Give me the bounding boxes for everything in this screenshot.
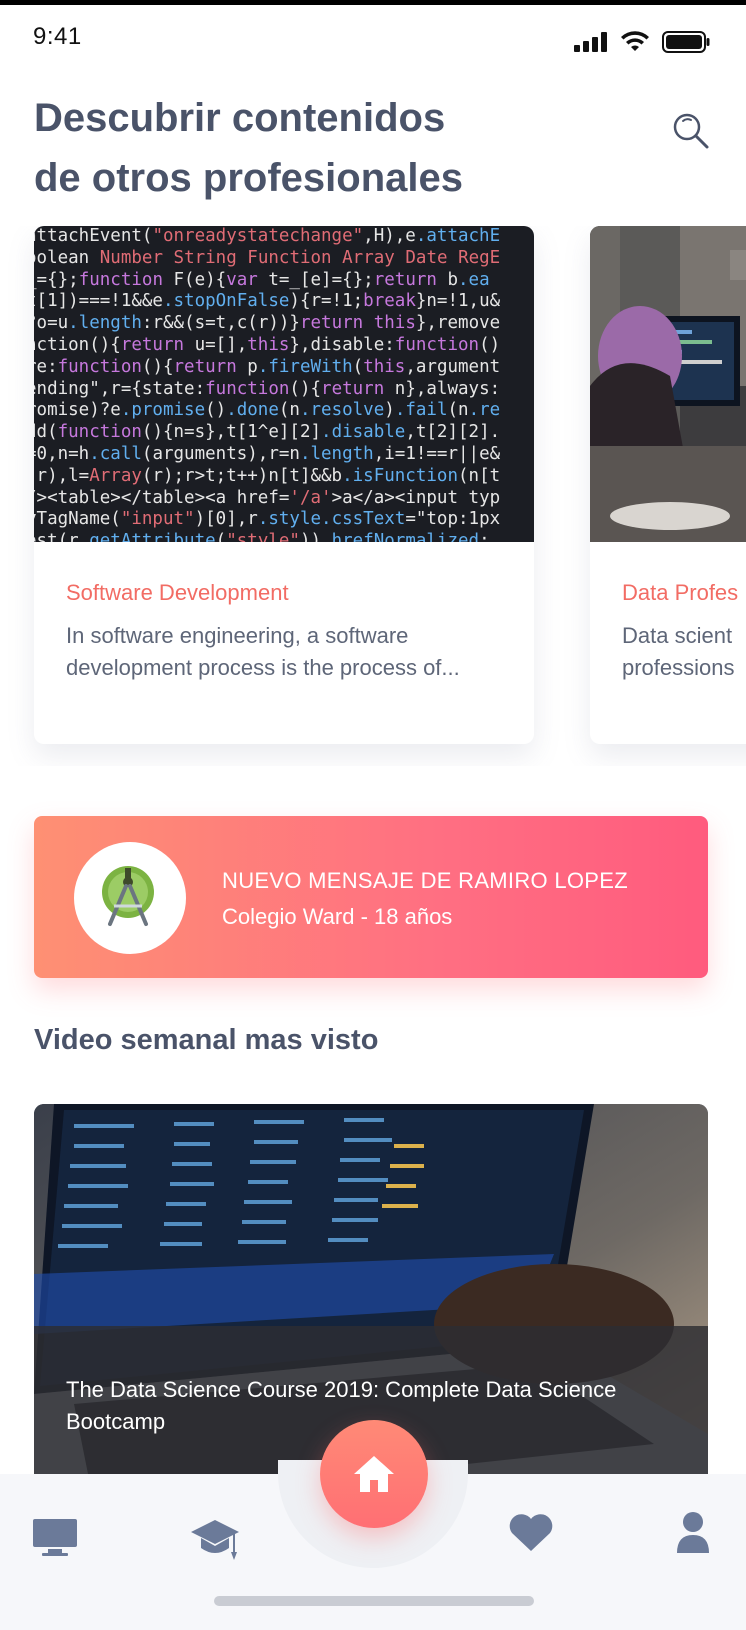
search-button[interactable]	[672, 112, 712, 152]
code-line: yTagName("input")[0],r.style.cssText="to…	[34, 509, 501, 530]
nav-favorites[interactable]	[506, 1508, 556, 1558]
graduation-cap-icon	[191, 1520, 239, 1560]
content-carousel[interactable]: attachEvent("onreadystatechange",H),e.at…	[0, 226, 746, 766]
code-line: t[1])===!1&&e.stopOnFalse){r=!1;break}n=…	[34, 291, 501, 312]
notification-subtitle: Colegio Ward - 18 años	[222, 904, 453, 929]
section-title: Video semanal mas visto	[34, 1024, 379, 1056]
status-time: 9:41	[33, 23, 82, 50]
code-line: oolean Number String Function Array Date…	[34, 247, 501, 268]
nav-monitor[interactable]	[30, 1512, 80, 1562]
card-description: Data scient professions	[622, 620, 746, 684]
nav-courses[interactable]	[190, 1514, 240, 1564]
battery-icon	[662, 31, 710, 53]
code-line: est(r.getAttribute("style")).hrefNormali…	[34, 531, 490, 542]
signal-icon	[574, 32, 607, 52]
content-card-software[interactable]: attachEvent("onreadystatechange",H),e.at…	[34, 226, 534, 744]
code-line: attachEvent("onreadystatechange",H),e.at…	[34, 226, 501, 246]
home-button[interactable]	[320, 1420, 428, 1528]
search-icon	[673, 113, 709, 149]
nav-profile[interactable]	[668, 1508, 718, 1558]
office-thumbnail	[590, 226, 746, 542]
code-line: ending",r={state:function(){return n},al…	[34, 378, 501, 399]
code-line: ?o=u.length:r&&(s=t,c(r))}return this},r…	[34, 313, 501, 334]
code-line: /><table></table><a href='/a'>a</a><inpu…	[34, 487, 501, 508]
card-description-line-1: Data scient	[622, 623, 733, 648]
page-title-line-1: Descubrir contenidos	[34, 96, 446, 140]
content-card-data[interactable]: Data Profes Data scient professions	[590, 226, 746, 744]
page-title-line-2: de otros profesionales	[34, 156, 463, 200]
card-category: Software Development	[66, 580, 289, 605]
code-text: attachEvent("onreadystatechange",H),e.at…	[34, 226, 534, 542]
avatar	[74, 842, 186, 954]
wifi-icon	[621, 31, 649, 51]
card-description-line-2: professions	[622, 655, 735, 680]
code-line: nction(){return u=[],this},disable:funct…	[34, 334, 501, 355]
message-notification[interactable]: NUEVO MENSAJE DE RAMIRO LOPEZ Colegio Wa…	[34, 816, 708, 978]
notification-title: NUEVO MENSAJE DE RAMIRO LOPEZ	[222, 868, 628, 893]
status-bar: 9:41	[0, 5, 746, 65]
monitor-icon	[33, 1519, 77, 1556]
home-indicator	[214, 1596, 534, 1606]
card-category: Data Profes	[622, 580, 739, 605]
status-icons	[574, 31, 710, 53]
code-line: re:function(){return p.fireWith(this,arg…	[34, 356, 501, 377]
card-description-line-1: In software engineering, a software	[66, 623, 409, 648]
card-description-line-2: development process is the process of...	[66, 655, 460, 680]
code-line: romise)?e.promise().done(n.resolve).fail…	[34, 400, 501, 421]
code-line: =0,n=h.call(arguments),r=n.length,i=1!==…	[34, 443, 501, 464]
code-thumbnail: attachEvent("onreadystatechange",H),e.at…	[34, 226, 534, 542]
heart-icon	[509, 1514, 553, 1551]
home-icon	[354, 1456, 394, 1492]
android-studio-icon	[102, 866, 154, 926]
card-description: In software engineering, a software deve…	[66, 620, 502, 684]
page-title: Descubrir contenidos de otros profesiona…	[34, 88, 594, 208]
code-line: _={};function F(e){var t=_[e]={};return …	[34, 269, 490, 290]
office-photo	[590, 226, 746, 542]
user-icon	[677, 1512, 709, 1553]
code-line: (r),l=Array(r);r>t;t++)n[t]&&b.isFunctio…	[34, 465, 501, 486]
code-line: dd(function(){n=s},t[1^e][2].disable,t[2…	[34, 422, 501, 443]
